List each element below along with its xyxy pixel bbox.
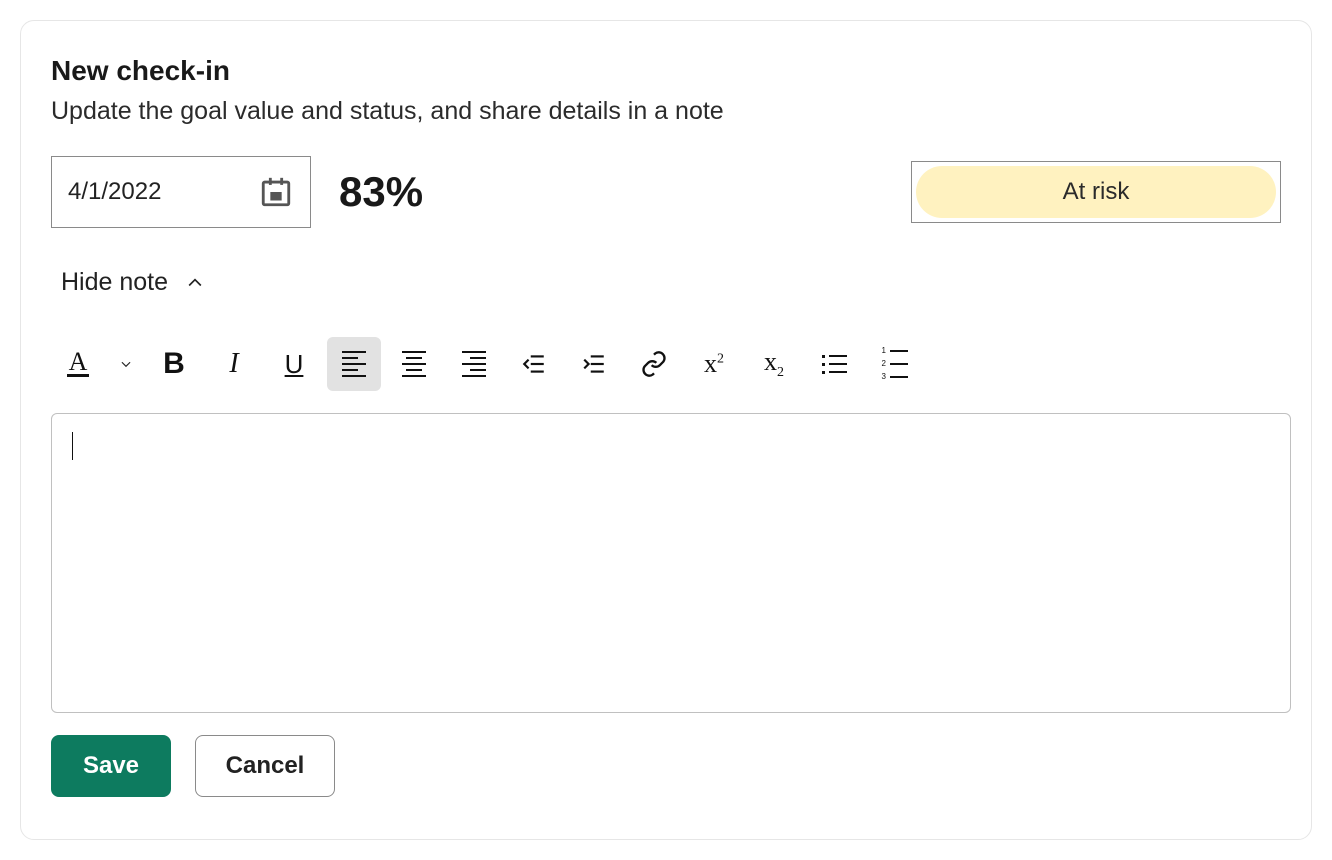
align-right-button[interactable]: [447, 337, 501, 391]
link-icon: [640, 350, 668, 378]
font-color-dropdown[interactable]: [111, 337, 141, 391]
status-label: At risk: [1063, 178, 1130, 206]
save-button-label: Save: [83, 752, 139, 780]
numbered-list-icon: 1 2 3: [880, 347, 908, 381]
italic-button[interactable]: I: [207, 337, 261, 391]
progress-value: 83%: [339, 168, 423, 216]
italic-icon: I: [229, 348, 238, 380]
indent-icon: [581, 351, 607, 377]
cancel-button-label: Cancel: [226, 752, 305, 780]
note-textarea[interactable]: [51, 413, 1291, 713]
subscript-icon: x2: [764, 347, 784, 381]
bold-icon: B: [163, 347, 185, 381]
align-center-icon: [402, 351, 426, 377]
link-button[interactable]: [627, 337, 681, 391]
bulleted-list-icon: [822, 355, 847, 374]
font-color-button[interactable]: A: [51, 337, 105, 391]
superscript-button[interactable]: x2: [687, 337, 741, 391]
text-cursor: [72, 432, 73, 460]
check-in-card: New check-in Update the goal value and s…: [20, 20, 1312, 840]
chevron-down-icon: [119, 357, 133, 371]
bold-button[interactable]: B: [147, 337, 201, 391]
hide-note-toggle[interactable]: Hide note: [49, 262, 218, 303]
underline-icon: U: [285, 349, 304, 380]
align-center-button[interactable]: [387, 337, 441, 391]
panel-title: New check-in: [51, 55, 1281, 87]
align-left-button[interactable]: [327, 337, 381, 391]
subscript-button[interactable]: x2: [747, 337, 801, 391]
editor-toolbar: A B I U: [51, 329, 1281, 413]
outdent-button[interactable]: [507, 337, 561, 391]
align-right-icon: [462, 351, 486, 377]
date-value: 4/1/2022: [68, 178, 258, 206]
underline-button[interactable]: U: [267, 337, 321, 391]
calendar-icon: [258, 174, 294, 210]
status-chip: At risk: [916, 166, 1276, 218]
footer-buttons: Save Cancel: [51, 735, 1281, 797]
hide-note-label: Hide note: [61, 268, 168, 297]
align-left-icon: [342, 351, 366, 377]
indent-button[interactable]: [567, 337, 621, 391]
bulleted-list-button[interactable]: [807, 337, 861, 391]
numbered-list-button[interactable]: 1 2 3: [867, 337, 921, 391]
chevron-up-icon: [184, 272, 206, 294]
outdent-icon: [521, 351, 547, 377]
status-select[interactable]: At risk: [911, 161, 1281, 223]
superscript-icon: x2: [704, 349, 724, 379]
value-row: 4/1/2022 83% At risk: [51, 156, 1281, 228]
cancel-button[interactable]: Cancel: [195, 735, 335, 797]
date-input[interactable]: 4/1/2022: [51, 156, 311, 228]
panel-subtitle: Update the goal value and status, and sh…: [51, 97, 1281, 126]
save-button[interactable]: Save: [51, 735, 171, 797]
font-color-icon: A: [67, 352, 89, 377]
